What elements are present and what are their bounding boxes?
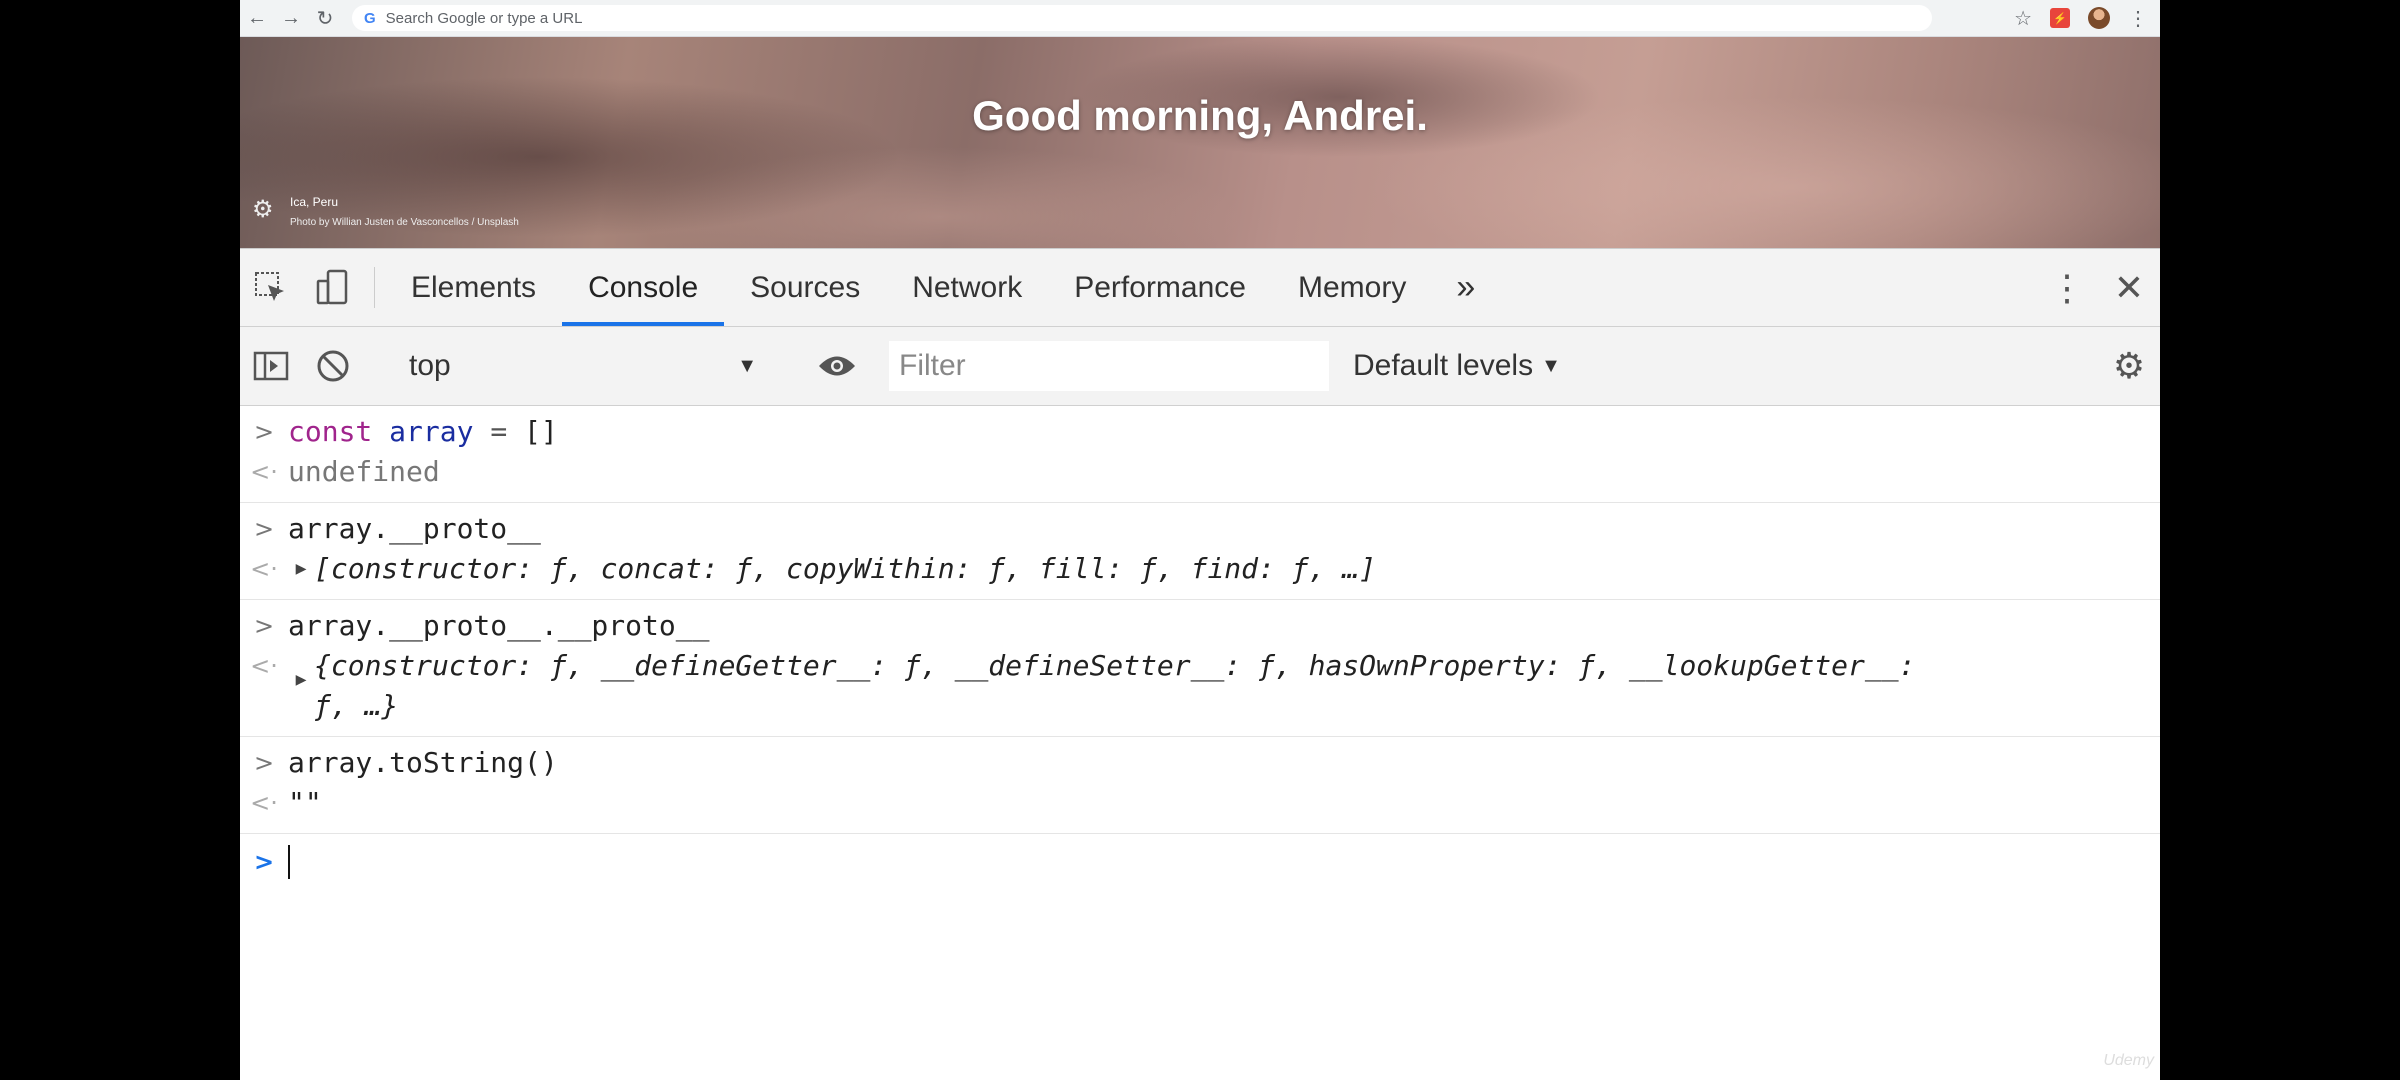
devtools-menu-icon[interactable]: ⋮	[2036, 267, 2098, 309]
text-cursor	[288, 845, 290, 879]
console-output-object[interactable]: [constructor: ƒ, concat: ƒ, copyWithin: …	[314, 549, 1954, 589]
expand-triangle-icon[interactable]: ▶	[288, 660, 314, 700]
dropdown-caret-icon: ▼	[1541, 354, 1561, 377]
console-entry: > array.__proto__.__proto__ <· ▶ {constr…	[240, 600, 2160, 737]
tab-network[interactable]: Network	[886, 249, 1048, 326]
watermark: Udemy	[2103, 1052, 2154, 1069]
console-prompt-line[interactable]: >	[240, 834, 2160, 882]
devtools-panel: Elements Console Sources Network Perform…	[240, 248, 2160, 1080]
greeting: Good morning, Andrei.	[972, 92, 1428, 139]
tab-elements[interactable]: Elements	[385, 249, 562, 326]
result-arrow-icon: <·	[250, 789, 278, 817]
console-output-line: <· undefined	[240, 452, 2160, 492]
tab-sources[interactable]: Sources	[724, 249, 886, 326]
photo-credit[interactable]: Photo by Willian Justen de Vasconcellos …	[290, 217, 519, 228]
dropdown-caret-icon: ▼	[737, 354, 757, 377]
tab-memory[interactable]: Memory	[1272, 249, 1432, 326]
result-arrow-icon: <·	[250, 652, 278, 680]
forward-icon[interactable]: →	[274, 0, 308, 36]
console-output: undefined	[288, 455, 440, 488]
filter-input[interactable]	[889, 341, 1329, 391]
input-chevron-icon: >	[253, 418, 275, 446]
console-output-object[interactable]: {constructor: ƒ, __defineGetter__: ƒ, __…	[314, 646, 1954, 726]
console-entry: > const array = [] <· undefined	[240, 406, 2160, 503]
result-arrow-icon: <·	[250, 555, 278, 583]
customize-gear-icon[interactable]: ⚙	[252, 195, 274, 224]
profile-avatar[interactable]	[2088, 7, 2110, 29]
new-tab-background: Good morning, Andrei. ⚙ Ica, Peru Photo …	[240, 37, 2160, 248]
console-output-line: <· ▶ [constructor: ƒ, concat: ƒ, copyWit…	[240, 549, 2160, 589]
address-bar[interactable]: G Search Google or type a URL	[352, 5, 1932, 31]
close-devtools-icon[interactable]: ✕	[2098, 267, 2160, 309]
console-entry: > array.__proto__ <· ▶ [constructor: ƒ, …	[240, 503, 2160, 600]
input-chevron-icon: >	[253, 749, 275, 777]
console-entry: > array.toString() <· ""	[240, 737, 2160, 834]
browser-toolbar: ← → ↻ G Search Google or type a URL ☆ ⚡ …	[240, 0, 2160, 37]
inspect-element-icon[interactable]	[240, 249, 302, 326]
console-input-line: > array.__proto__	[240, 509, 2160, 549]
browser-window: ← → ↻ G Search Google or type a URL ☆ ⚡ …	[240, 0, 2160, 1080]
console-output-line: <· ""	[240, 783, 2160, 823]
console-output: ""	[288, 786, 322, 819]
console-input[interactable]: array.__proto__.__proto__	[288, 606, 709, 646]
more-tabs-icon[interactable]: »	[1432, 249, 1499, 326]
sidebar-toggle-icon[interactable]	[240, 351, 302, 381]
input-chevron-icon: >	[253, 515, 275, 543]
bookmark-star-icon[interactable]: ☆	[2014, 6, 2032, 31]
tab-performance[interactable]: Performance	[1048, 249, 1272, 326]
result-arrow-icon: <·	[250, 458, 278, 486]
browser-menu-icon[interactable]: ⋮	[2128, 6, 2148, 31]
execution-context-select[interactable]: top ▼	[385, 349, 785, 383]
tab-console[interactable]: Console	[562, 249, 725, 326]
clear-console-icon[interactable]	[302, 348, 364, 384]
photo-location: Ica, Peru	[290, 195, 339, 209]
live-expression-eye-icon[interactable]	[806, 353, 868, 379]
address-bar-placeholder: Search Google or type a URL	[385, 9, 583, 27]
console-toolbar: top ▼ Default levels ▼ ⚙	[240, 327, 2160, 406]
console-log: > const array = [] <· undefined > array.…	[240, 406, 2160, 882]
log-levels-label: Default levels	[1353, 349, 1534, 382]
back-icon[interactable]: ←	[240, 0, 274, 36]
devtools-tab-bar: Elements Console Sources Network Perform…	[240, 248, 2160, 327]
console-settings-gear-icon[interactable]: ⚙	[2098, 345, 2160, 387]
extension-icon[interactable]: ⚡	[2050, 8, 2070, 28]
execution-context-value: top	[409, 349, 451, 382]
console-input-line: > array.__proto__.__proto__	[240, 606, 2160, 646]
google-icon: G	[364, 9, 376, 27]
device-toolbar-icon[interactable]	[302, 249, 364, 326]
log-levels-dropdown[interactable]: Default levels ▼	[1353, 349, 1561, 383]
separator	[374, 267, 375, 308]
console-input-line: > const array = []	[240, 412, 2160, 452]
console-input[interactable]: array.toString()	[288, 743, 558, 783]
expand-triangle-icon[interactable]: ▶	[288, 549, 314, 589]
console-input[interactable]: const array = []	[288, 412, 558, 452]
console-input-line: > array.toString()	[240, 743, 2160, 783]
console-output-line: <· ▶ {constructor: ƒ, __defineGetter__: …	[240, 646, 2160, 726]
active-prompt-chevron-icon: >	[253, 848, 275, 876]
console-input[interactable]: array.__proto__	[288, 509, 541, 549]
input-chevron-icon: >	[253, 612, 275, 640]
reload-icon[interactable]: ↻	[308, 0, 342, 36]
